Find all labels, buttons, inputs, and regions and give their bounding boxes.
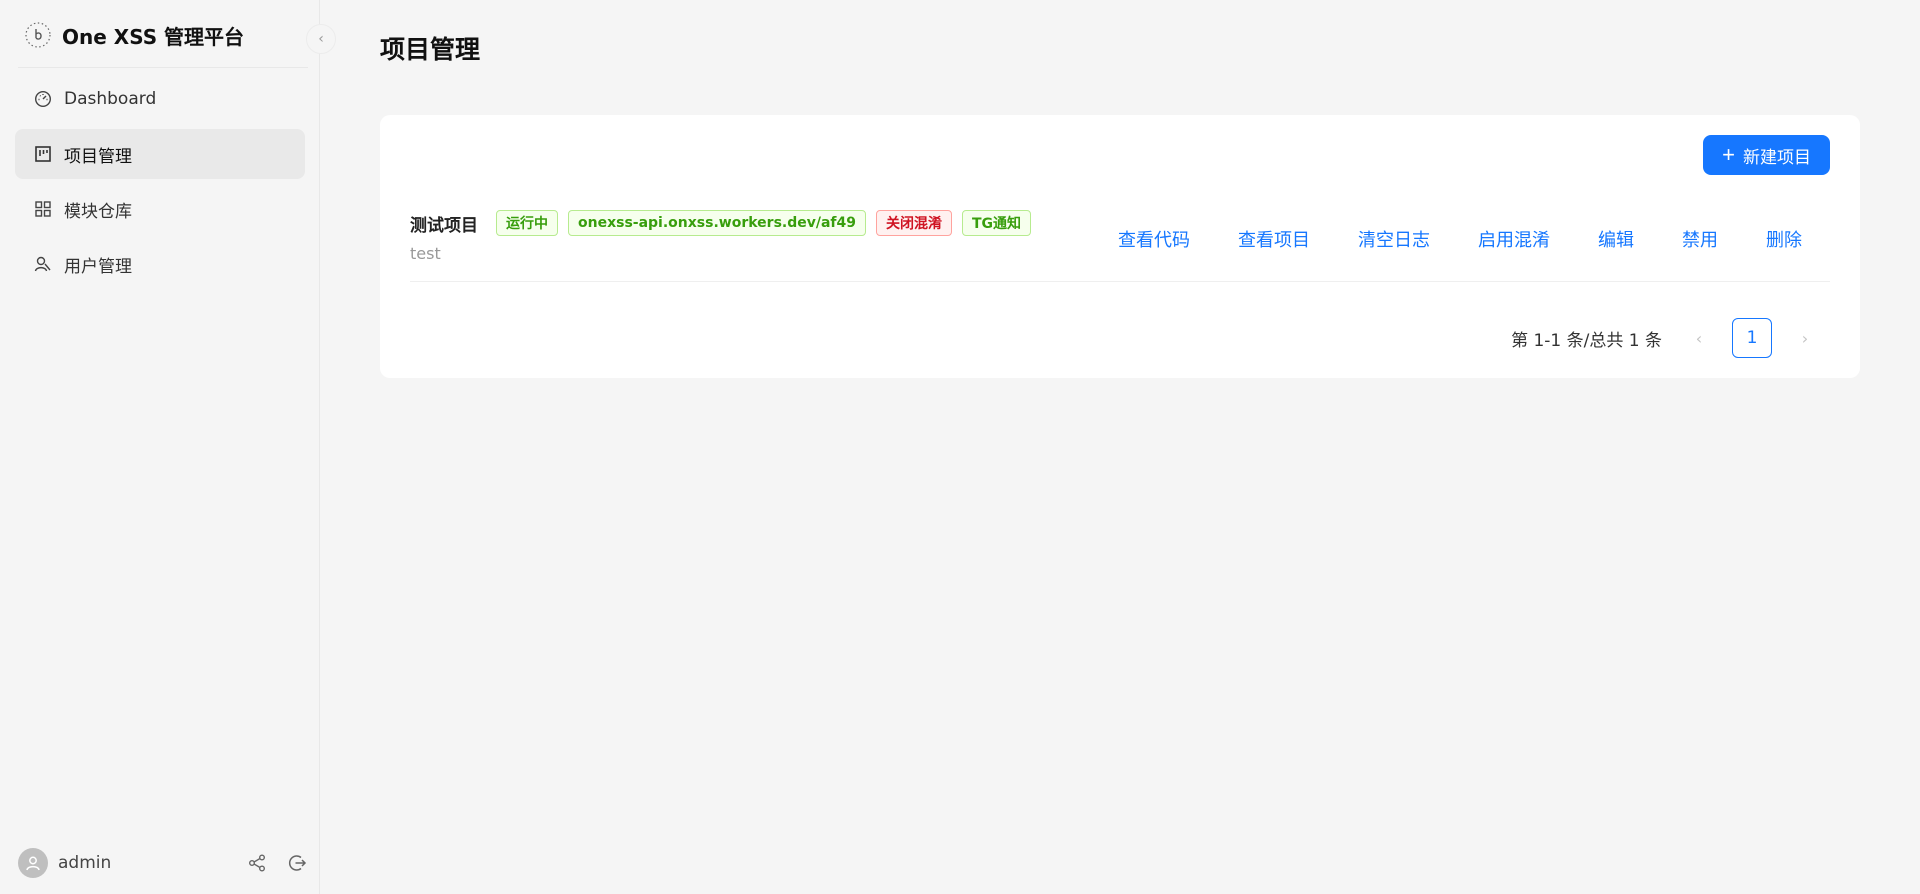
users-icon [34,255,52,273]
new-project-button[interactable]: + 新建项目 [1703,135,1830,175]
logo-icon [25,22,51,48]
brand[interactable]: One XSS 管理平台 [24,18,244,52]
user-name: admin [58,853,112,873]
plus-icon: + [1722,142,1735,167]
project-header: 测试项目 运行中 onexss-api.onxss.workers.dev/af… [410,210,1032,236]
telegram-tag: TG通知 [962,210,1032,236]
project-icon [34,145,52,163]
view-code-link[interactable]: 查看代码 [1118,226,1190,252]
new-project-label: 新建项目 [1743,147,1811,167]
enable-obfuscation-link[interactable]: 启用混淆 [1478,226,1550,252]
sidebar: One XSS 管理平台 ‹ Dashboard 项目管理 模块仓库 用户管理 … [0,0,336,894]
sidebar-item-label: 用户管理 [64,256,132,277]
delete-link[interactable]: 删除 [1766,226,1802,252]
sidebar-item-label: Dashboard [64,89,157,109]
prev-page-icon[interactable]: ‹ [1684,323,1714,353]
dashboard-icon [34,90,52,108]
edit-link[interactable]: 编辑 [1598,226,1634,252]
sidebar-item-projects[interactable]: 项目管理 [15,129,305,179]
user-bar: admin [18,846,308,880]
user-icon [26,856,40,871]
sidebar-item-dashboard[interactable]: Dashboard [15,74,305,124]
pagination-total: 第 1-1 条/总共 1 条 [1511,330,1662,351]
page-title: 项目管理 [380,35,481,64]
list-item: 测试项目 运行中 onexss-api.onxss.workers.dev/af… [410,210,1830,282]
modules-icon [34,200,52,218]
avatar[interactable] [18,848,48,878]
sidebar-item-label: 模块仓库 [64,201,132,222]
app-title: One XSS 管理平台 [62,24,245,49]
user-actions [246,852,308,874]
sidebar-item-label: 项目管理 [64,146,132,167]
status-badge: 运行中 [496,210,558,236]
project-description: test [410,244,441,263]
sidebar-item-users[interactable]: 用户管理 [15,239,305,289]
endpoint-tag: onexss-api.onxss.workers.dev/af49 [568,210,866,236]
sidebar-menu: Dashboard 项目管理 模块仓库 用户管理 [15,74,305,294]
logout-icon[interactable] [286,852,308,874]
view-project-link[interactable]: 查看项目 [1238,226,1310,252]
next-page-icon[interactable]: › [1790,323,1820,353]
project-actions: 查看代码 查看项目 清空日志 启用混淆 编辑 禁用 删除 [1118,226,1802,252]
project-name: 测试项目 [410,215,478,236]
share-icon[interactable] [246,852,268,874]
pagination: 第 1-1 条/总共 1 条 ‹ 1 › [1511,318,1820,358]
clear-logs-link[interactable]: 清空日志 [1358,226,1430,252]
disable-link[interactable]: 禁用 [1682,226,1718,252]
project-list-card: + 新建项目 测试项目 运行中 onexss-api.onxss.workers… [380,115,1860,378]
divider [18,67,308,68]
obfuscation-tag: 关闭混淆 [876,210,952,236]
page-number-button[interactable]: 1 [1732,318,1772,358]
sidebar-item-modules[interactable]: 模块仓库 [15,184,305,234]
collapse-sidebar-button[interactable]: ‹ [306,24,336,54]
chevron-left-icon: ‹ [318,31,324,47]
